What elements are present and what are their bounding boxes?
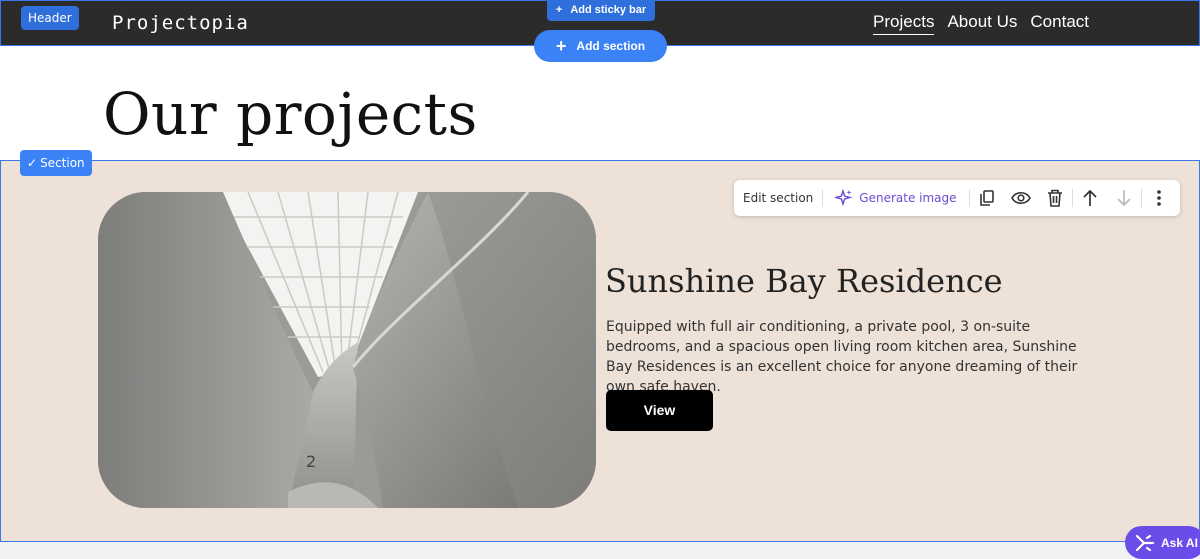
page-title: Our projects	[103, 80, 478, 148]
architecture-photo: 2	[98, 192, 596, 508]
add-section-label: Add section	[576, 39, 646, 53]
eye-icon[interactable]	[1004, 180, 1038, 216]
svg-text:2: 2	[306, 452, 316, 471]
ask-ai-button[interactable]: Ask AI	[1125, 526, 1200, 559]
project-title: Sunshine Bay Residence	[605, 262, 1003, 300]
arrow-down-icon[interactable]	[1107, 180, 1141, 216]
add-sticky-bar-button[interactable]: + Add sticky bar	[547, 0, 655, 21]
nav-link-about[interactable]: About Us	[947, 12, 1017, 35]
generate-image-label: Generate image	[859, 191, 957, 205]
check-icon: ✓	[27, 156, 38, 170]
main-nav: Projects About Us Contact	[873, 12, 1089, 35]
more-vertical-icon[interactable]	[1142, 180, 1176, 216]
plus-icon: +	[555, 4, 563, 16]
nav-link-contact[interactable]: Contact	[1030, 12, 1089, 35]
section-tag-label: Section	[40, 156, 85, 170]
plus-icon: +	[555, 36, 567, 56]
ai-spark-icon	[1135, 534, 1155, 551]
sparkle-icon	[835, 189, 853, 207]
add-sticky-bar-label: Add sticky bar	[570, 4, 647, 16]
site-logo[interactable]: Projectopia	[112, 12, 249, 34]
section-tag[interactable]: ✓ Section	[20, 150, 92, 176]
section-toolbar: Edit section Generate image	[734, 180, 1180, 216]
project-description: Equipped with full air conditioning, a p…	[606, 319, 1078, 395]
duplicate-icon[interactable]	[970, 180, 1004, 216]
ask-ai-label: Ask AI	[1161, 535, 1198, 550]
project-image[interactable]: 2	[98, 192, 596, 508]
header-tag[interactable]: Header	[21, 6, 79, 30]
nav-link-projects[interactable]: Projects	[873, 12, 935, 35]
view-button[interactable]: View	[606, 390, 713, 431]
generate-image-button[interactable]: Generate image	[823, 189, 968, 207]
edit-section-button[interactable]: Edit section	[734, 191, 822, 205]
add-section-button[interactable]: + Add section	[534, 30, 667, 62]
trash-icon[interactable]	[1038, 180, 1072, 216]
next-section-strip	[0, 542, 1200, 559]
arrow-up-icon[interactable]	[1073, 180, 1107, 216]
